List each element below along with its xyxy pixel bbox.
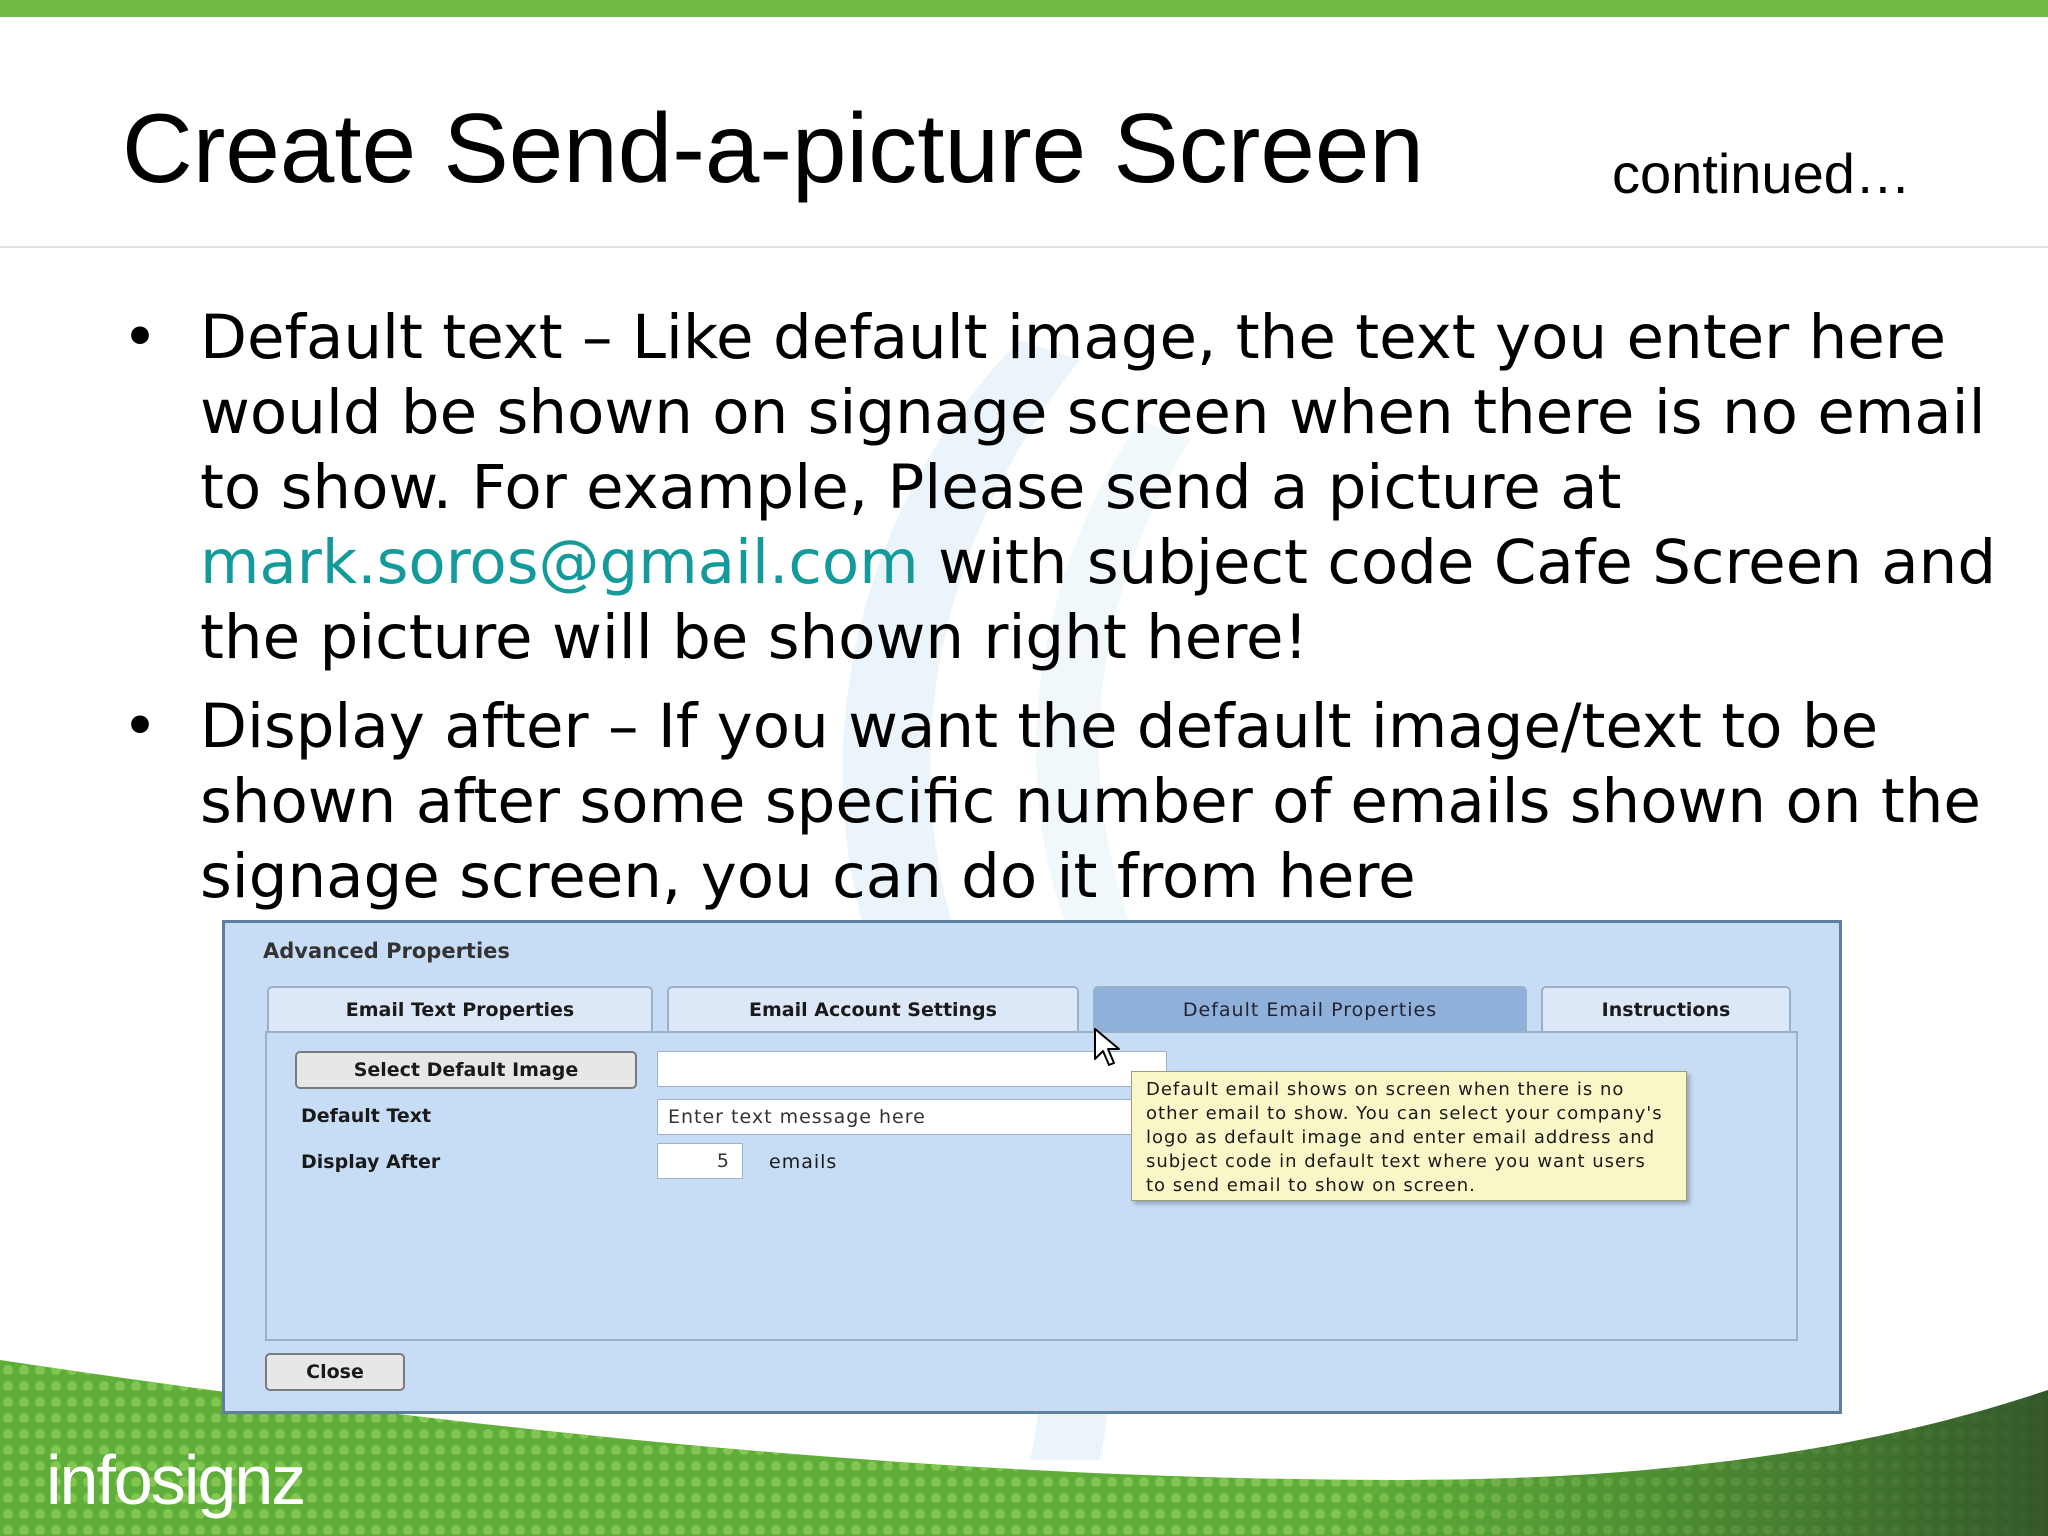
display-after-label: Display After	[301, 1151, 441, 1173]
default-text-input[interactable]: Enter text message here	[657, 1099, 1133, 1135]
bullet-display-after: • Display after – If you want the defaul…	[122, 689, 2002, 914]
mouse-cursor-icon	[1094, 1028, 1120, 1066]
help-tooltip: Default email shows on screen when there…	[1131, 1071, 1687, 1201]
tab-instructions[interactable]: Instructions	[1541, 986, 1791, 1032]
advanced-properties-dialog: Advanced Properties Email Text Propertie…	[222, 920, 1842, 1414]
tab-default-email-properties[interactable]: Default Email Properties	[1093, 986, 1527, 1032]
default-image-path-field[interactable]	[657, 1051, 1167, 1087]
dialog-title: Advanced Properties	[263, 939, 510, 963]
bullet-list: • Default text – Like default image, the…	[122, 300, 2002, 928]
title-area: Create Send-a-picture Screen continued…	[0, 17, 2048, 248]
display-after-input[interactable]: 5	[657, 1143, 743, 1179]
bullet-text: Display after – If you want the default …	[200, 691, 1981, 912]
email-link[interactable]: mark.soros@gmail.com	[200, 527, 919, 598]
bullet-marker: •	[122, 302, 158, 373]
tab-email-text-properties[interactable]: Email Text Properties	[267, 986, 653, 1032]
top-accent-bar	[0, 0, 2048, 17]
infosignz-logo: infosignz	[46, 1441, 306, 1519]
slide-title: Create Send-a-picture Screen	[122, 93, 1424, 203]
slide-title-suffix: continued…	[1612, 142, 1911, 205]
close-button[interactable]: Close	[265, 1353, 405, 1391]
tab-email-account-settings[interactable]: Email Account Settings	[667, 986, 1079, 1032]
default-text-label: Default Text	[301, 1105, 432, 1127]
bullet-text: Default text – Like default image, the t…	[200, 302, 1986, 523]
select-default-image-button[interactable]: Select Default Image	[295, 1051, 637, 1089]
bullet-marker: •	[122, 691, 158, 762]
bullet-default-text: • Default text – Like default image, the…	[122, 300, 2002, 675]
display-after-unit: emails	[769, 1151, 838, 1173]
